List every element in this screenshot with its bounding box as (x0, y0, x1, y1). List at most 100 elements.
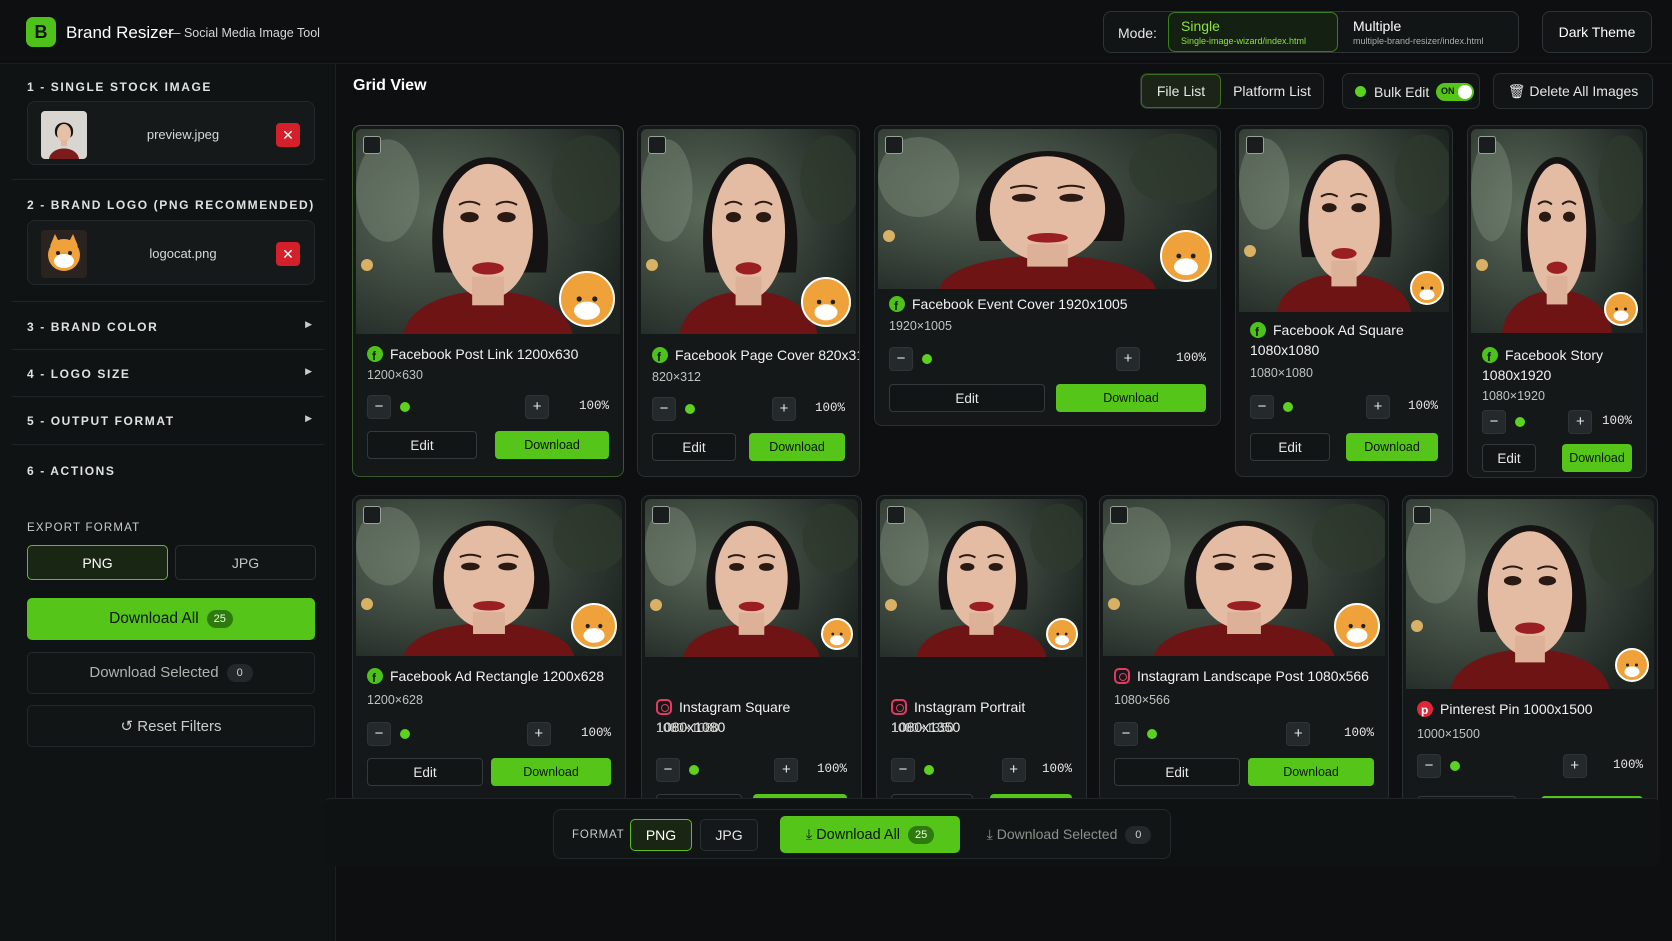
card-select-checkbox[interactable] (1413, 506, 1431, 524)
card-download-button[interactable]: Download (491, 758, 611, 786)
card-edit-button[interactable]: Edit (367, 431, 477, 459)
status-dot (685, 404, 695, 414)
status-dot (689, 765, 699, 775)
zoom-level: 100% (1343, 726, 1374, 740)
download-all-button[interactable]: Download All 25 (27, 598, 315, 640)
format-jpg-button[interactable]: JPG (175, 545, 316, 580)
card-select-checkbox[interactable] (648, 136, 666, 154)
theme-toggle-button[interactable]: Dark Theme (1542, 11, 1652, 53)
image-card[interactable]: Facebook Story 1080x1920 1080×1920 − + 1… (1467, 125, 1647, 478)
footer-format-jpg-button[interactable]: JPG (700, 819, 758, 851)
card-title-text: Pinterest Pin 1000x1500 (1440, 701, 1593, 717)
zoom-out-button[interactable]: − (656, 758, 680, 782)
zoom-out-button[interactable]: − (652, 397, 676, 421)
facebook-icon (889, 296, 905, 316)
zoom-out-button[interactable]: − (891, 758, 915, 782)
zoom-in-button[interactable]: + (1286, 722, 1311, 746)
zoom-out-button[interactable]: − (367, 395, 391, 419)
card-download-button[interactable]: Download (1346, 433, 1438, 461)
card-edit-button[interactable]: Edit (652, 433, 736, 461)
footer-download-selected-button[interactable]: ⤓ Download Selected 0 (976, 819, 1162, 851)
card-select-checkbox[interactable] (887, 506, 905, 524)
sidebar: 1 - SINGLE STOCK IMAGE preview.jpeg ✕ 2 … (0, 64, 336, 941)
zoom-in-button[interactable]: + (1116, 347, 1140, 371)
zoom-in-button[interactable]: + (1562, 754, 1587, 778)
card-select-checkbox[interactable] (652, 506, 670, 524)
download-selected-count: 0 (226, 664, 253, 682)
tab-file-list[interactable]: File List (1141, 74, 1221, 108)
card-title-text: Instagram Landscape Post 1080x566 (1137, 668, 1369, 684)
zoom-level: 100% (1601, 414, 1632, 428)
brand-color-section-toggle[interactable]: 3 - BRAND COLOR ▶ (12, 304, 324, 350)
card-dimensions: 1920×1005 (889, 319, 952, 333)
image-card[interactable]: Facebook Event Cover 1920x1005 1920×1005… (874, 125, 1221, 426)
zoom-level: 100% (1407, 399, 1438, 413)
app-logo-icon: B (26, 17, 56, 47)
card-dimensions: 1080×1080 (1250, 366, 1313, 380)
image-card[interactable]: Instagram Landscape Post 1080x566 1080×5… (1099, 495, 1389, 803)
image-card[interactable]: Instagram Portrait 1080x1350 1080×1350 −… (876, 495, 1087, 840)
zoom-out-button[interactable]: − (889, 347, 913, 371)
footer-download-all-button[interactable]: ⤓ Download All 25 (780, 816, 960, 853)
card-edit-button[interactable]: Edit (1114, 758, 1240, 786)
zoom-in-button[interactable]: + (1568, 410, 1593, 434)
reset-filters-button[interactable]: ↺ Reset Filters (27, 705, 315, 747)
brand-logo-overlay-icon (1410, 271, 1444, 305)
image-card[interactable]: Instagram Square 1080x1080 1080×1080 − +… (641, 495, 862, 840)
status-dot (1283, 402, 1293, 412)
brand-logo-overlay-icon (1604, 292, 1638, 326)
card-edit-button[interactable]: Edit (1482, 444, 1536, 472)
card-actions: Edit Download (1114, 758, 1374, 786)
mode-multiple-button[interactable]: Multiple multiple-brand-resizer/index.ht… (1340, 12, 1516, 52)
card-edit-button[interactable]: Edit (1250, 433, 1330, 461)
card-select-checkbox[interactable] (1110, 506, 1128, 524)
card-edit-button[interactable]: Edit (889, 384, 1045, 412)
card-select-checkbox[interactable] (885, 136, 903, 154)
zoom-in-button[interactable]: + (526, 722, 551, 746)
section-stock-image-title: 1 - SINGLE STOCK IMAGE (27, 80, 212, 94)
logo-size-section-toggle[interactable]: 4 - LOGO SIZE ▶ (12, 351, 324, 397)
card-download-button[interactable]: Download (1562, 444, 1632, 472)
zoom-in-button[interactable]: + (1366, 395, 1391, 419)
zoom-out-button[interactable]: − (367, 722, 391, 746)
card-edit-button[interactable]: Edit (367, 758, 483, 786)
zoom-out-button[interactable]: − (1482, 410, 1506, 434)
zoom-in-button[interactable]: + (1001, 758, 1026, 782)
instagram-icon (1114, 668, 1130, 684)
card-select-checkbox[interactable] (363, 136, 381, 154)
card-select-checkbox[interactable] (1246, 136, 1264, 154)
zoom-level: 100% (1041, 762, 1072, 776)
bulk-status-dot (1355, 86, 1366, 97)
card-download-button[interactable]: Download (1056, 384, 1206, 412)
image-card[interactable]: Facebook Page Cover 820x312 820×312 − + … (637, 125, 860, 477)
zoom-out-button[interactable]: − (1417, 754, 1441, 778)
chevron-right-icon: ▶ (305, 319, 312, 329)
bulk-edit-toggle[interactable]: ON (1436, 83, 1474, 101)
tab-platform-list[interactable]: Platform List (1221, 74, 1323, 108)
image-card[interactable]: Pinterest Pin 1000x1500 1000×1500 − + 10… (1402, 495, 1658, 840)
card-select-checkbox[interactable] (1478, 136, 1496, 154)
image-card[interactable]: Facebook Ad Square 1080x1080 1080×1080 −… (1235, 125, 1453, 477)
output-format-section-toggle[interactable]: 5 - OUTPUT FORMAT ▶ (12, 398, 324, 444)
card-download-button[interactable]: Download (749, 433, 845, 461)
image-card[interactable]: Facebook Ad Rectangle 1200x628 1200×628 … (352, 495, 626, 803)
card-select-checkbox[interactable] (363, 506, 381, 524)
card-download-button[interactable]: Download (1248, 758, 1374, 786)
format-png-button[interactable]: PNG (27, 545, 168, 580)
mode-single-path: Single-image-wizard/index.html (1181, 36, 1307, 46)
brand-logo-overlay-icon (571, 603, 617, 649)
image-card[interactable]: Facebook Post Link 1200x630 1200×630 − +… (352, 125, 624, 477)
facebook-icon (367, 668, 383, 688)
zoom-out-button[interactable]: − (1250, 395, 1274, 419)
remove-brand-logo-button[interactable]: ✕ (276, 242, 300, 266)
zoom-out-button[interactable]: − (1114, 722, 1138, 746)
remove-stock-image-button[interactable]: ✕ (276, 123, 300, 147)
footer-format-png-button[interactable]: PNG (630, 819, 692, 851)
zoom-in-button[interactable]: + (525, 395, 550, 419)
delete-all-images-button[interactable]: 🗑 Delete All Images (1493, 73, 1653, 109)
download-selected-button[interactable]: Download Selected 0 (27, 652, 315, 694)
zoom-in-button[interactable]: + (771, 397, 796, 421)
zoom-in-button[interactable]: + (774, 758, 799, 782)
mode-single-button[interactable]: Single Single-image-wizard/index.html (1168, 12, 1338, 52)
card-download-button[interactable]: Download (495, 431, 609, 459)
